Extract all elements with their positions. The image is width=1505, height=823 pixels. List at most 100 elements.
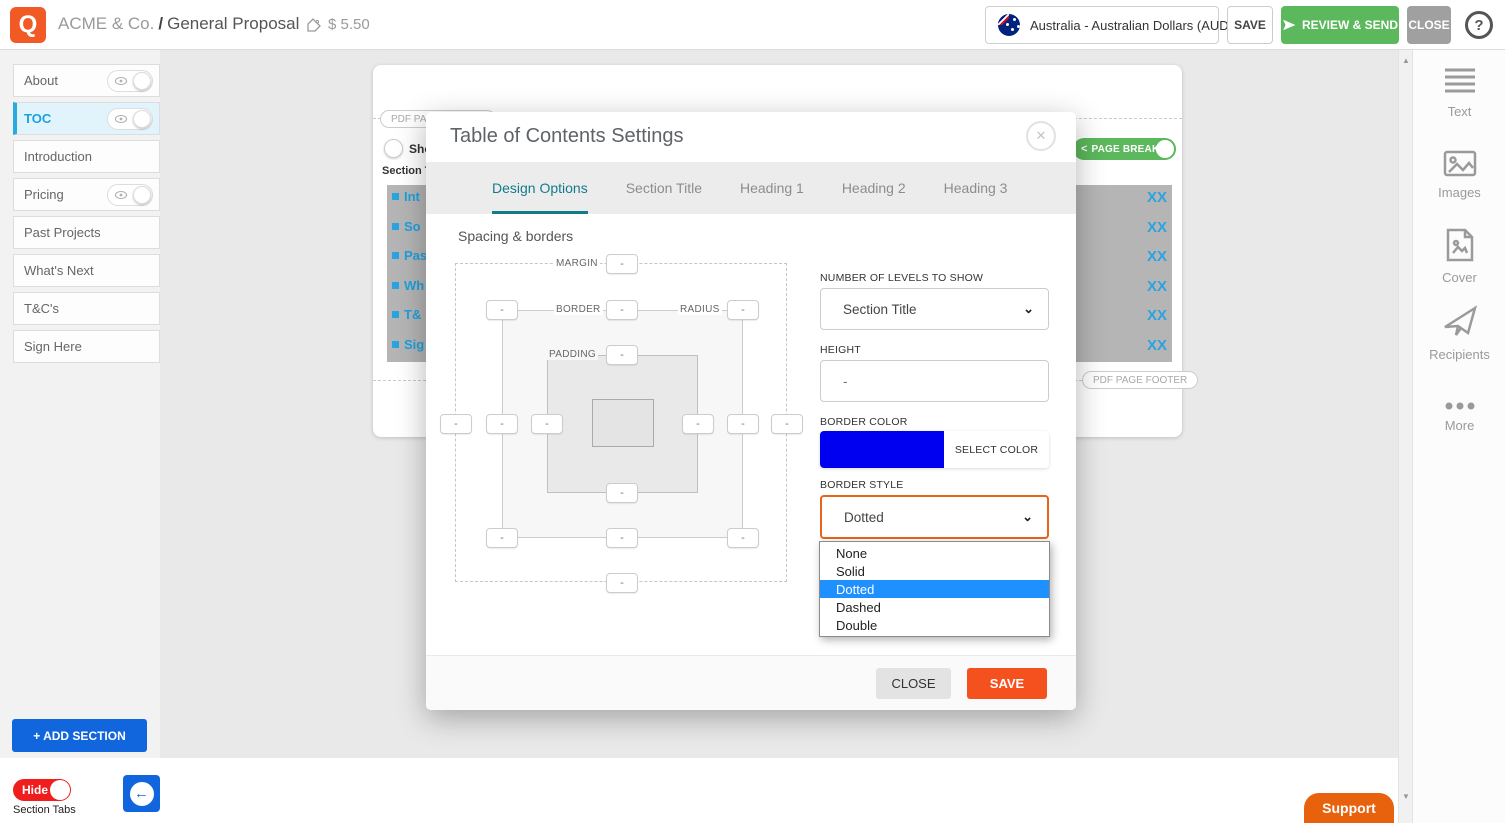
select-color-button[interactable]: SELECT COLOR — [944, 431, 1049, 468]
sidebar-item-label: About — [24, 73, 58, 88]
add-section-button[interactable]: + ADD SECTION — [12, 719, 147, 752]
tool-label: Text — [1448, 104, 1472, 119]
toc-settings-modal: Table of Contents Settings ✕ Design Opti… — [426, 112, 1076, 710]
modal-close-button[interactable]: CLOSE — [876, 668, 951, 699]
pdf-page-footer-pill[interactable]: PDF PAGE FOOTER — [1082, 371, 1198, 389]
page-break-toggle[interactable]: < PAGE BREAK — [1073, 138, 1176, 160]
padding-right-input[interactable] — [682, 414, 714, 434]
border-right-input[interactable] — [727, 414, 759, 434]
document-title[interactable]: General Proposal — [167, 14, 299, 33]
tab-design-options[interactable]: Design Options — [492, 162, 588, 214]
border-style-select[interactable]: Dotted ⌄ — [820, 495, 1049, 539]
option-double[interactable]: Double — [820, 616, 1049, 634]
toc-entry-label: Sig — [404, 337, 424, 352]
padding-top-input[interactable] — [606, 345, 638, 365]
topbar-actions: Australia - Australian Dollars (AUD) ▾ S… — [985, 6, 1493, 44]
margin-right-input[interactable] — [771, 414, 803, 434]
show-toggle[interactable] — [384, 139, 403, 158]
bullet-icon — [392, 311, 399, 318]
eye-icon — [114, 76, 128, 86]
toc-entry-label: Int — [404, 189, 420, 204]
tab-heading-2[interactable]: Heading 2 — [842, 162, 906, 214]
border-color-swatch[interactable] — [820, 431, 944, 468]
tool-label: Recipients — [1429, 347, 1490, 362]
sidebar-item-toc[interactable]: TOC — [13, 102, 160, 135]
tab-heading-1[interactable]: Heading 1 — [740, 162, 804, 214]
toc-entry-label: Wh — [404, 278, 424, 293]
border-bottom-input[interactable] — [606, 528, 638, 548]
tool-cover[interactable]: Cover — [1413, 228, 1505, 285]
option-dotted[interactable]: Dotted — [820, 580, 1049, 598]
sidebar-item-whats-next[interactable]: What's Next — [13, 254, 160, 287]
tool-label: Cover — [1442, 270, 1477, 285]
border-top-input[interactable] — [606, 300, 638, 320]
eye-icon — [114, 190, 128, 200]
tool-recipients[interactable]: Recipients — [1413, 305, 1505, 362]
margin-label: MARGIN — [554, 258, 600, 269]
sidebar-item-tcs[interactable]: T&C's — [13, 292, 160, 325]
close-document-button[interactable]: CLOSE — [1407, 6, 1451, 44]
currency-label: Australia - Australian Dollars (AUD) — [1030, 18, 1233, 33]
toc-entry-label: T& — [404, 307, 421, 322]
scroll-down-icon[interactable]: ▼ — [1399, 792, 1413, 801]
sidebar-item-past-projects[interactable]: Past Projects — [13, 216, 160, 249]
modal-close-icon[interactable]: ✕ — [1026, 121, 1056, 151]
margin-left-input[interactable] — [440, 414, 472, 434]
toc-page-number: XX — [1147, 219, 1167, 236]
arrow-left-icon: ← — [130, 782, 154, 806]
sidebar-item-label: TOC — [24, 111, 51, 126]
sidebar-item-sign-here[interactable]: Sign Here — [13, 330, 160, 363]
padding-left-input[interactable] — [531, 414, 563, 434]
height-input[interactable] — [820, 360, 1049, 402]
radius-top-right-input[interactable] — [727, 300, 759, 320]
scroll-up-icon[interactable]: ▲ — [1399, 56, 1413, 65]
radius-bottom-right-input[interactable] — [727, 528, 759, 548]
margin-top-input[interactable] — [606, 254, 638, 274]
visibility-toggle[interactable] — [107, 184, 153, 206]
review-send-button[interactable]: REVIEW & SEND — [1281, 6, 1399, 44]
tab-heading-3[interactable]: Heading 3 — [944, 162, 1008, 214]
app-logo-icon[interactable]: Q — [10, 7, 46, 43]
vertical-scrollbar[interactable]: ▲ ▼ — [1398, 50, 1412, 823]
padding-label: PADDING — [547, 349, 598, 360]
hide-section-tabs-toggle[interactable]: Hide — [13, 779, 71, 801]
border-style-label: BORDER STYLE — [820, 479, 1049, 491]
option-dashed[interactable]: Dashed — [820, 598, 1049, 616]
chevron-down-icon: ⌄ — [1023, 301, 1034, 317]
modal-save-button[interactable]: SAVE — [967, 668, 1047, 699]
tab-section-title[interactable]: Section Title — [626, 162, 702, 214]
margin-bottom-input[interactable] — [606, 573, 638, 593]
currency-selector[interactable]: Australia - Australian Dollars (AUD) ▾ — [985, 6, 1219, 44]
help-icon[interactable]: ? — [1465, 11, 1493, 39]
collapse-sidebar-button[interactable]: ← — [123, 775, 160, 812]
radius-bottom-left-input[interactable] — [486, 528, 518, 548]
tool-more[interactable]: More — [1413, 402, 1505, 433]
image-icon — [1443, 150, 1477, 177]
breadcrumb: ACME & Co./General Proposal — [58, 14, 299, 34]
paper-plane-icon — [1442, 305, 1478, 339]
visibility-toggle[interactable] — [107, 70, 153, 92]
toc-entry-label: So — [404, 219, 421, 234]
sidebar-item-about[interactable]: About — [13, 64, 160, 97]
review-send-label: REVIEW & SEND — [1302, 18, 1398, 32]
toggle-knob — [133, 186, 151, 204]
support-button[interactable]: Support — [1304, 793, 1394, 823]
levels-select[interactable]: Section Title ⌄ — [820, 288, 1049, 330]
save-button[interactable]: SAVE — [1227, 6, 1273, 44]
tool-images[interactable]: Images — [1413, 150, 1505, 200]
sidebar-item-introduction[interactable]: Introduction — [13, 140, 160, 173]
sidebar-item-pricing[interactable]: Pricing — [13, 178, 160, 211]
bottom-strip: Hide Section Tabs ← Support — [0, 758, 1398, 823]
option-solid[interactable]: Solid — [820, 562, 1049, 580]
company-name: ACME & Co. — [58, 14, 154, 33]
visibility-toggle[interactable] — [107, 108, 153, 130]
tool-text[interactable]: Text — [1413, 66, 1505, 119]
bullet-icon — [392, 193, 399, 200]
option-none[interactable]: None — [820, 544, 1049, 562]
border-left-input[interactable] — [486, 414, 518, 434]
modal-footer: CLOSE SAVE — [426, 655, 1076, 710]
radius-top-left-input[interactable] — [486, 300, 518, 320]
padding-bottom-input[interactable] — [606, 483, 638, 503]
text-lines-icon — [1443, 66, 1477, 96]
app-root: Q ACME & Co./General Proposal $ 5.50 Aus… — [0, 0, 1505, 823]
